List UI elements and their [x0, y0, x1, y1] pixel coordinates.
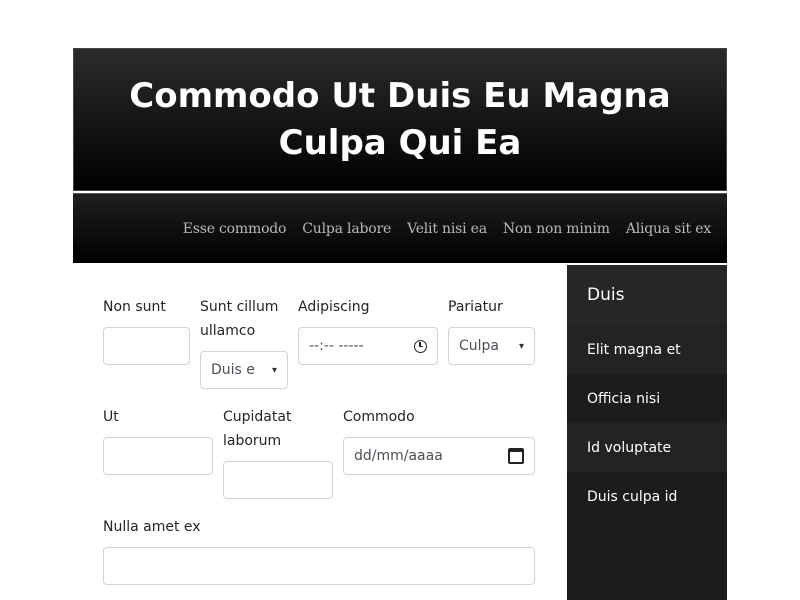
calendar-icon[interactable]	[508, 448, 524, 464]
commodo-group: Commodo dd/mm/aaaa	[343, 405, 535, 475]
cupidatat-input[interactable]	[223, 461, 333, 499]
chevron-down-icon: ▾	[518, 340, 524, 352]
nav-link-non-non-minim[interactable]: Non non minim	[503, 221, 610, 237]
pariatur-select[interactable]: Culpa ▾	[448, 327, 535, 365]
sunt-cillum-label: Sunt cillum ullamco	[200, 299, 279, 339]
commodo-date-input[interactable]: dd/mm/aaaa	[343, 437, 535, 475]
sidebar: Duis Elit magna et Officia nisi Id volup…	[567, 265, 727, 600]
nulla-input[interactable]	[103, 547, 535, 585]
ut-group: Ut	[103, 405, 213, 475]
page-header: Commodo Ut Duis Eu Magna Culpa Qui Ea	[73, 48, 727, 191]
page-title: Commodo Ut Duis Eu Magna Culpa Qui Ea	[129, 75, 671, 163]
sunt-cillum-select[interactable]: Duis e ▾	[200, 351, 288, 389]
nav-link-velit-nisi-ea[interactable]: Velit nisi ea	[407, 221, 487, 237]
chevron-down-icon: ▾	[271, 364, 277, 376]
clock-icon[interactable]	[414, 339, 427, 353]
non-sunt-input[interactable]	[103, 327, 190, 365]
sidebar-item-officia-nisi[interactable]: Officia nisi	[567, 374, 727, 423]
pariatur-label: Pariatur	[448, 299, 503, 315]
sidebar-item-elit-magna-et[interactable]: Elit magna et	[567, 325, 727, 374]
top-navbar: Esse commodo Culpa labore Velit nisi ea …	[73, 193, 727, 263]
nav-link-aliqua-sit-ex[interactable]: Aliqua sit ex	[626, 221, 711, 237]
cupidatat-group: Cupidatat laborum	[223, 405, 333, 499]
sidebar-list: Elit magna et Officia nisi Id voluptate …	[567, 325, 727, 521]
ut-label: Ut	[103, 409, 119, 425]
nav-link-esse-commodo[interactable]: Esse commodo	[183, 221, 287, 237]
pariatur-group: Pariatur Culpa ▾	[448, 295, 535, 365]
nulla-group: Nulla amet ex	[103, 515, 535, 585]
nulla-label: Nulla amet ex	[103, 519, 201, 535]
adipiscing-group: Adipiscing --:-- -----	[298, 295, 438, 365]
sunt-cillum-value: Duis e	[211, 362, 255, 378]
sidebar-title: Duis	[567, 265, 727, 325]
commodo-value: dd/mm/aaaa	[354, 448, 443, 464]
sidebar-item-id-voluptate[interactable]: Id voluptate	[567, 423, 727, 472]
pariatur-value: Culpa	[459, 338, 500, 354]
sunt-cillum-group: Sunt cillum ullamco Duis e ▾	[200, 295, 288, 389]
adipiscing-time-input[interactable]: --:-- -----	[298, 327, 438, 365]
cupidatat-label: Cupidatat laborum	[223, 409, 292, 449]
nav-link-culpa-labore[interactable]: Culpa labore	[302, 221, 391, 237]
non-sunt-group: Non sunt	[103, 295, 190, 365]
ut-input[interactable]	[103, 437, 213, 475]
sidebar-item-duis-culpa-id[interactable]: Duis culpa id	[567, 472, 727, 521]
non-sunt-label: Non sunt	[103, 299, 166, 315]
adipiscing-label: Adipiscing	[298, 299, 370, 315]
main-form: Non sunt Sunt cillum ullamco Duis e ▾ Ad…	[73, 263, 567, 600]
adipiscing-value: --:-- -----	[309, 338, 364, 354]
commodo-label: Commodo	[343, 409, 415, 425]
